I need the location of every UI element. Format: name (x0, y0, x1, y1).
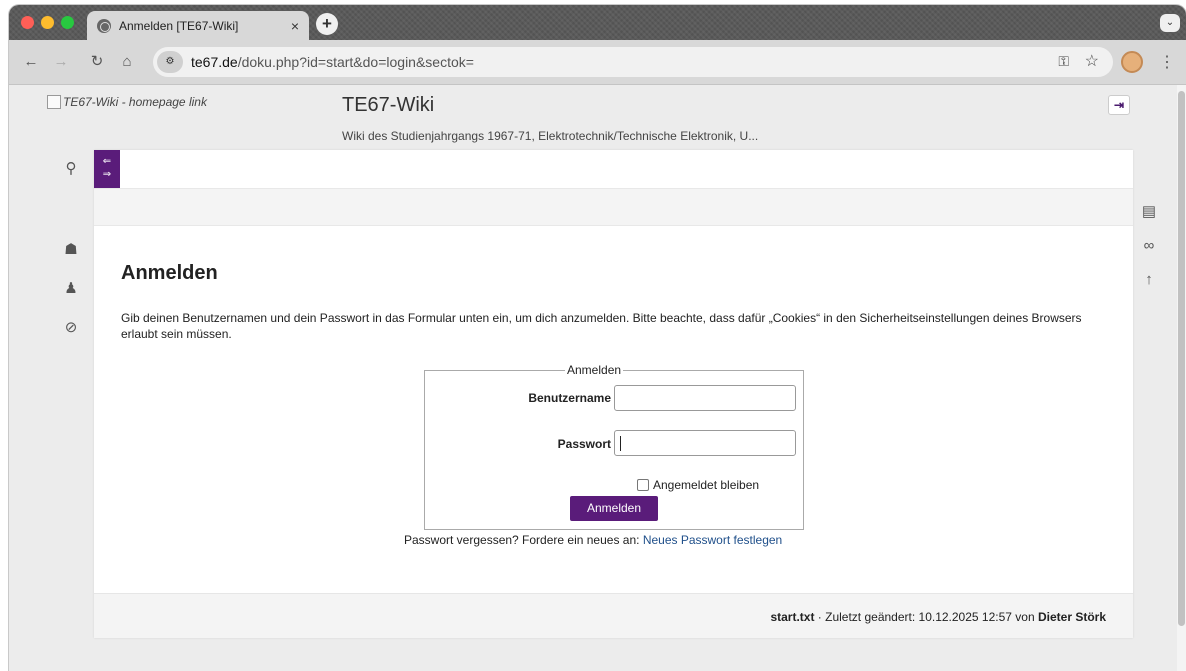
browser-tab[interactable]: Anmelden [TE67-Wiki] × (87, 11, 309, 40)
url-path: /doku.php?id=start&do=login&sectok= (237, 54, 474, 70)
home-icon[interactable]: ⌂ (117, 52, 137, 72)
browser-menu-icon[interactable]: ⋮ (1159, 52, 1175, 72)
page-title: Anmelden (121, 262, 218, 284)
minimize-window-button[interactable] (41, 16, 54, 29)
site-title[interactable]: TE67-Wiki (342, 94, 434, 117)
tab-strip: Anmelden [TE67-Wiki] × + ⌄ (9, 5, 1186, 40)
text-caret (620, 436, 621, 451)
broken-image-icon (47, 95, 61, 109)
tab-search-button[interactable]: ⌄ (1160, 14, 1180, 32)
address-bar[interactable]: ⚙ te67.de/doku.php?id=start&do=login&sec… (153, 47, 1113, 77)
sitemap-icon[interactable]: ☗ (61, 240, 81, 260)
login-intro-text: Gib deinen Benutzernamen und dein Passwo… (121, 311, 1082, 341)
sidebar-toggle-button[interactable]: ⇐ ⇒ (94, 150, 120, 188)
link-icon[interactable]: ∞ (1139, 236, 1159, 256)
site-info-icon[interactable]: ⚙ (157, 51, 183, 73)
back-arrow-icon[interactable]: ← (21, 52, 41, 72)
page-scrollbar[interactable] (1177, 85, 1186, 671)
page-info: start.txt · Zuletzt geändert: 10.12.2025… (770, 610, 1106, 624)
site-tagline: Wiki des Studienjahrgangs 1967-71, Elekt… (342, 129, 759, 143)
scrollbar-thumb[interactable] (1178, 91, 1185, 626)
logo-alt-text: TE67-Wiki - homepage link (63, 95, 207, 109)
close-window-button[interactable] (21, 16, 34, 29)
username-label: Benutzername (528, 391, 611, 405)
search-icon[interactable]: ⚲ (61, 159, 81, 179)
page-viewport: TE67-Wiki - homepage link TE67-Wiki Wiki… (9, 85, 1177, 671)
login-submit-button[interactable]: Anmelden (570, 496, 658, 521)
reset-password-link[interactable]: Neues Passwort festlegen (643, 533, 782, 547)
main-content: ⇐ ⇒ Anmelden Gib deinen Benutzernamen und… (94, 150, 1133, 638)
page-footer: start.txt · Zuletzt geändert: 10.12.2025… (94, 593, 1133, 638)
user-icon[interactable]: ♟ (61, 279, 81, 299)
password-label: Passwort (557, 437, 611, 451)
browser-window: Anmelden [TE67-Wiki] × + ⌄ ← → ↻ ⌂ ⚙ te6… (9, 5, 1186, 671)
forgot-password-text: Passwort vergessen? Fordere ein neues an… (404, 533, 640, 547)
page-name: start.txt (770, 610, 815, 624)
bookmark-star-icon[interactable]: ☆ (1085, 51, 1099, 71)
username-input[interactable] (614, 385, 796, 411)
remember-me-label[interactable]: Angemeldet bleiben (653, 478, 759, 492)
browser-toolbar: ← → ↻ ⌂ ⚙ te67.de/doku.php?id=start&do=l… (9, 40, 1186, 85)
url-host: te67.de (191, 54, 238, 70)
page-toolbar-bar (94, 188, 1133, 226)
tab-title: Anmelden [TE67-Wiki] (119, 18, 239, 33)
back-to-top-icon[interactable]: ↑ (1139, 270, 1159, 290)
tab-close-icon[interactable]: × (291, 18, 299, 34)
form-legend: Anmelden (565, 363, 624, 377)
login-form: Anmelden Benutzername Passwort Angemelde… (424, 363, 804, 530)
globe-icon (97, 18, 111, 33)
maximize-window-button[interactable] (61, 16, 74, 29)
forgot-password-row: Passwort vergessen? Fordere ein neues an… (404, 533, 782, 547)
profile-avatar[interactable] (1121, 51, 1143, 73)
document-icon[interactable]: ▤ (1139, 202, 1159, 222)
reload-icon[interactable]: ↻ (87, 52, 107, 72)
password-input[interactable] (614, 430, 796, 456)
remember-me-checkbox[interactable] (637, 479, 649, 491)
login-icon[interactable]: ⇥ (1108, 95, 1130, 115)
last-changed-text: · Zuletzt geändert: 10.12.2025 12:57 von (817, 610, 1035, 624)
author-name: Dieter Störk (1037, 610, 1106, 624)
key-icon[interactable]: ⚿ (1058, 53, 1069, 70)
new-tab-button[interactable]: + (316, 13, 338, 35)
forward-arrow-icon[interactable]: → (51, 52, 71, 72)
homepage-logo-link[interactable]: TE67-Wiki - homepage link (47, 95, 207, 109)
compass-icon[interactable]: ⊘ (61, 318, 81, 338)
